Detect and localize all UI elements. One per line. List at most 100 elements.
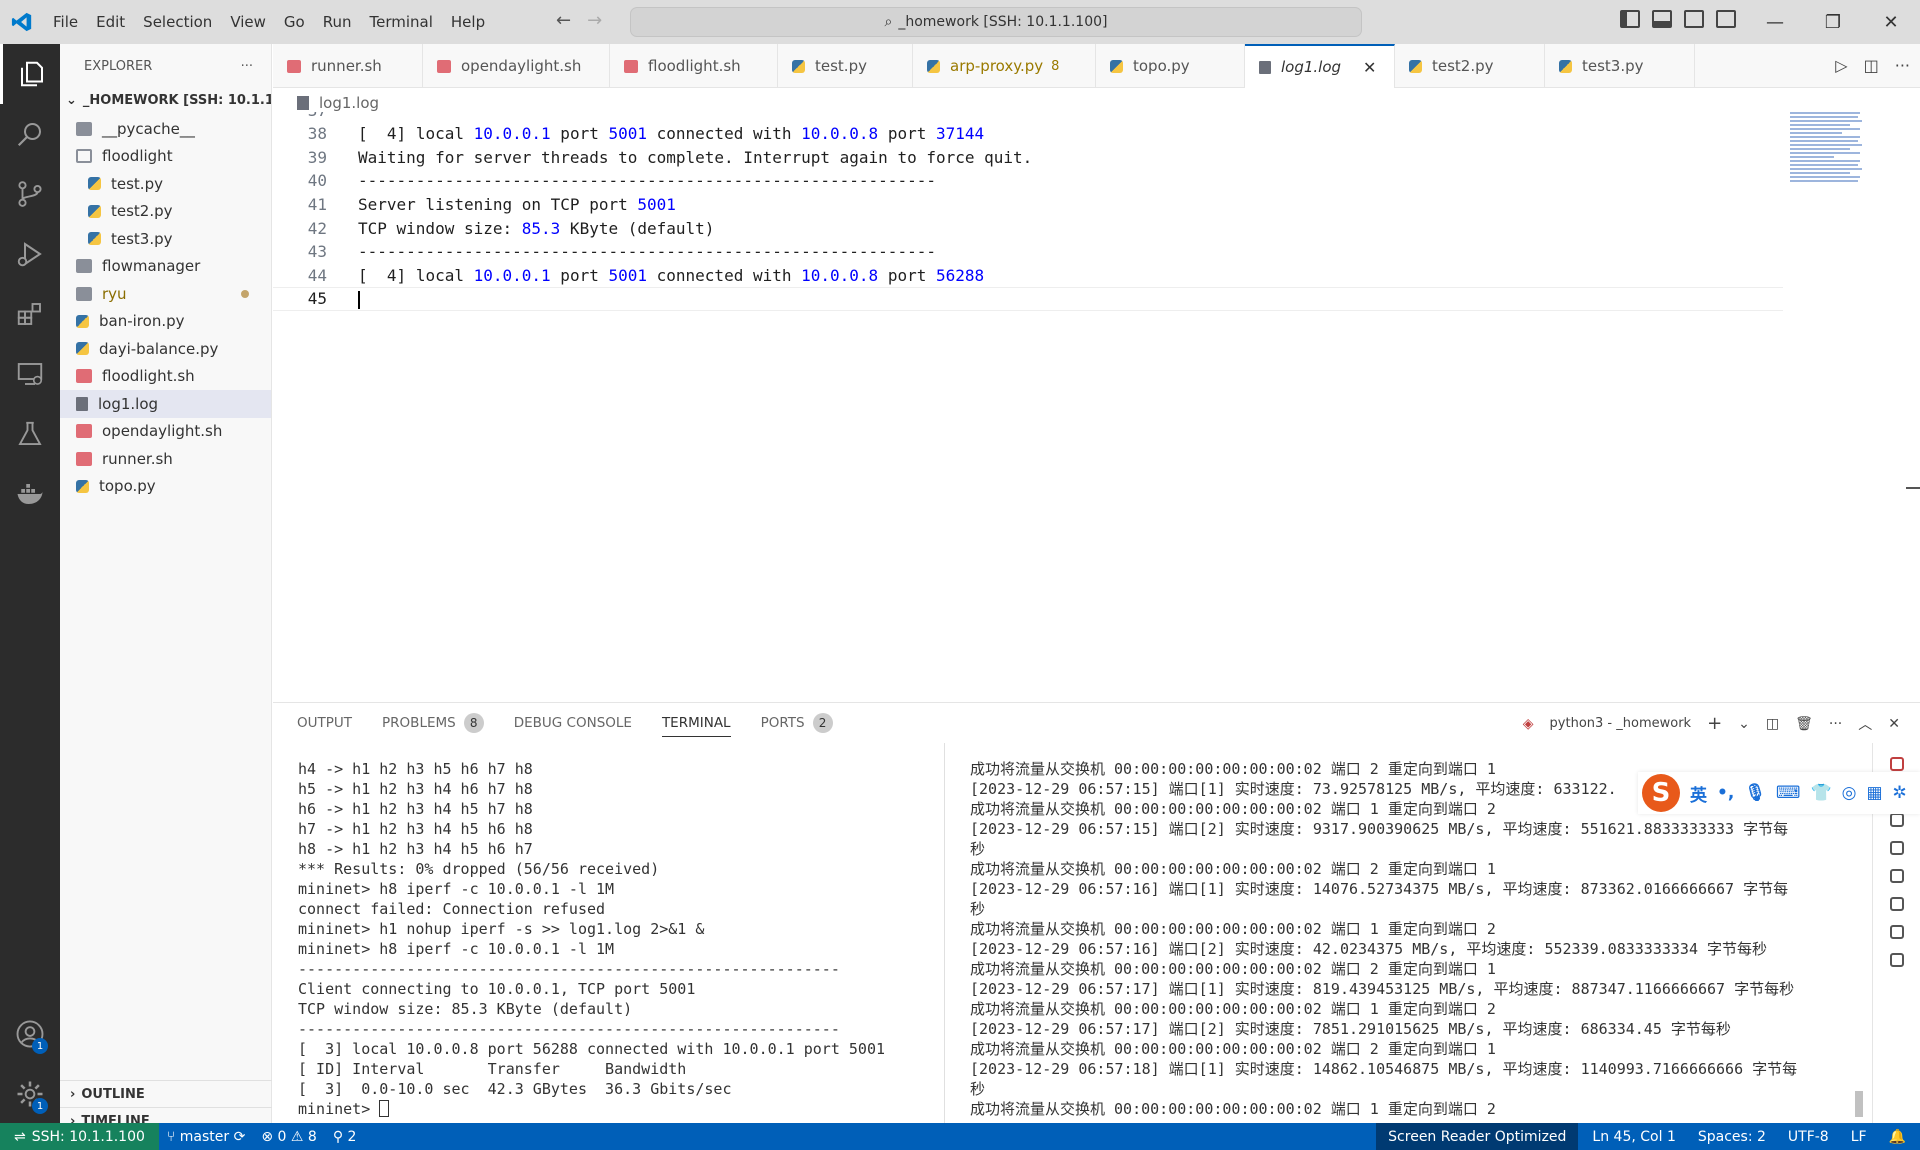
terminal-left[interactable]: h4 -> h1 h2 h3 h5 h6 h7 h8 h5 -> h1 h2 h… [298, 759, 938, 1119]
menu-selection[interactable]: Selection [134, 0, 221, 44]
terminal-entry-icon[interactable] [1889, 869, 1904, 883]
minimize-icon[interactable]: — [1746, 0, 1804, 44]
tree-item-topo-py[interactable]: topo.py [60, 473, 271, 501]
tree-item-log1-log[interactable]: log1.log [60, 390, 271, 418]
manage-activity[interactable]: 1 [0, 1064, 60, 1124]
ports-status[interactable]: ⚲ 2 [325, 1129, 365, 1145]
toolbox-icon[interactable]: ▦ [1866, 783, 1882, 803]
source-control-activity[interactable] [0, 164, 60, 224]
terminal-scrollbar[interactable] [1855, 1091, 1863, 1117]
close-panel-icon[interactable]: ✕ [1888, 716, 1900, 732]
tree-item-ban-iron-py[interactable]: ban-iron.py [60, 308, 271, 336]
ime-language-toggle[interactable]: 英 [1690, 781, 1707, 806]
tab-ports[interactable]: PORTS 2 [761, 703, 833, 743]
menu-view[interactable]: View [221, 0, 275, 44]
notifications-icon[interactable]: 🔔 [1875, 1129, 1920, 1145]
terminal-entry-icon[interactable] [1889, 813, 1904, 827]
terminal-entry-icon[interactable] [1889, 925, 1904, 939]
tree-item-pycache[interactable]: __pycache__ [60, 115, 271, 143]
tree-item-floodlight-sh[interactable]: floodlight.sh [60, 363, 271, 391]
keyboard-icon[interactable]: ⌨ [1776, 783, 1801, 803]
indentation-status[interactable]: Spaces: 2 [1684, 1129, 1774, 1145]
tab-test2-py[interactable]: test2.py [1395, 44, 1545, 88]
ime-logo-icon[interactable]: S [1642, 774, 1680, 812]
toggle-secondary-sidebar-icon[interactable] [1684, 10, 1704, 28]
encoding-status[interactable]: UTF-8 [1774, 1129, 1837, 1145]
chevron-down-icon[interactable]: ⌄ [1738, 716, 1750, 732]
problems-status[interactable]: ⊗ 0 ⚠ 8 [253, 1129, 325, 1145]
docker-activity[interactable] [0, 464, 60, 524]
terminal-name[interactable]: python3 - _homework [1550, 716, 1692, 731]
terminal-entry-icon[interactable] [1889, 897, 1904, 911]
microphone-icon[interactable]: 🎙 [1744, 783, 1766, 803]
extensions-activity[interactable] [0, 284, 60, 344]
tree-item-test2-py[interactable]: test2.py [60, 198, 271, 226]
remote-indicator[interactable]: ⇌ SSH: 10.1.1.100 [0, 1123, 159, 1150]
menu-help[interactable]: Help [442, 0, 494, 44]
menu-file[interactable]: File [44, 0, 87, 44]
tab-floodlight-sh[interactable]: floodlight.sh [610, 44, 778, 88]
tree-item-test-py[interactable]: test.py [60, 170, 271, 198]
terminal-entry-icon[interactable] [1889, 841, 1904, 855]
punctuation-icon[interactable]: •, [1717, 783, 1734, 803]
breadcrumb-file[interactable]: log1.log [319, 94, 379, 112]
tab-debug-console[interactable]: DEBUG CONSOLE [514, 703, 632, 743]
remote-explorer-activity[interactable] [0, 344, 60, 404]
scrollbar-marker[interactable] [1906, 487, 1920, 489]
tab-runner-sh[interactable]: runner.sh [273, 44, 423, 88]
tree-item-flowmanager[interactable]: flowmanager [60, 253, 271, 281]
more-actions-icon[interactable]: ··· [1895, 56, 1910, 75]
terminal-entry-icon[interactable] [1889, 953, 1904, 967]
branch-status[interactable]: ⑂ master ⟳ [159, 1129, 253, 1145]
toggle-panel-icon[interactable] [1652, 10, 1672, 28]
tab-opendaylight-sh[interactable]: opendaylight.sh [423, 44, 610, 88]
cursor-position[interactable]: Ln 45, Col 1 [1578, 1129, 1683, 1145]
close-tab-icon[interactable]: ✕ [1363, 58, 1376, 77]
menu-run[interactable]: Run [314, 0, 361, 44]
tab-output[interactable]: OUTPUT [297, 703, 352, 743]
terminal-split-divider[interactable] [944, 743, 945, 1124]
maximize-panel-icon[interactable]: ︿ [1858, 714, 1872, 734]
tab-arp-proxy-py[interactable]: arp-proxy.py 8 [913, 44, 1096, 88]
settings-icon[interactable]: ✲ [1893, 783, 1907, 803]
search-activity[interactable] [0, 104, 60, 164]
back-arrow-icon[interactable]: ← [556, 10, 571, 31]
game-icon[interactable]: ◎ [1842, 783, 1857, 803]
terminal-entry-icon[interactable] [1889, 757, 1904, 771]
editor-area[interactable]: 37 --------------------------------------… [273, 112, 1920, 702]
command-center[interactable]: ⌕ _homework [SSH: 10.1.1.100] [630, 7, 1362, 37]
tab-terminal[interactable]: TERMINAL [661, 703, 731, 743]
tree-item-test3-py[interactable]: test3.py [60, 225, 271, 253]
new-terminal-icon[interactable]: + [1707, 713, 1722, 734]
run-icon[interactable]: ▷ [1835, 56, 1847, 75]
tree-item-floodlight[interactable]: floodlight [60, 143, 271, 171]
restore-icon[interactable]: ❐ [1804, 0, 1862, 44]
minimap[interactable] [1790, 112, 1870, 202]
explorer-activity[interactable] [0, 44, 60, 104]
tree-item-runner-sh[interactable]: runner.sh [60, 445, 271, 473]
tab-log1-log[interactable]: log1.log ✕ [1245, 44, 1395, 88]
split-editor-icon[interactable]: ◫ [1864, 56, 1879, 75]
run-debug-activity[interactable] [0, 224, 60, 284]
tab-problems[interactable]: PROBLEMS 8 [382, 703, 484, 743]
tab-test3-py[interactable]: test3.py [1545, 44, 1695, 88]
eol-status[interactable]: LF [1837, 1129, 1875, 1145]
tree-item-dayi-balance-py[interactable]: dayi-balance.py [60, 335, 271, 363]
workspace-folder[interactable]: ⌄ _HOMEWORK [SSH: 10.1.1.... [60, 88, 271, 112]
menu-edit[interactable]: Edit [87, 0, 134, 44]
customize-layout-icon[interactable] [1716, 10, 1736, 28]
accounts-activity[interactable]: 1 [0, 1004, 60, 1064]
menu-go[interactable]: Go [275, 0, 314, 44]
menu-terminal[interactable]: Terminal [361, 0, 442, 44]
skin-icon[interactable]: 👕 [1810, 783, 1831, 803]
tab-topo-py[interactable]: topo.py [1096, 44, 1245, 88]
forward-arrow-icon[interactable]: → [587, 10, 602, 31]
more-actions-icon[interactable]: ··· [1829, 716, 1842, 732]
close-window-icon[interactable]: ✕ [1862, 0, 1920, 44]
split-terminal-icon[interactable]: ◫ [1766, 716, 1779, 732]
toggle-primary-sidebar-icon[interactable] [1620, 10, 1640, 28]
tree-item-ryu[interactable]: ryu [60, 280, 271, 308]
tab-test-py[interactable]: test.py [778, 44, 913, 88]
screen-reader-status[interactable]: Screen Reader Optimized [1376, 1123, 1579, 1150]
outline-section[interactable]: › OUTLINE [60, 1080, 272, 1107]
